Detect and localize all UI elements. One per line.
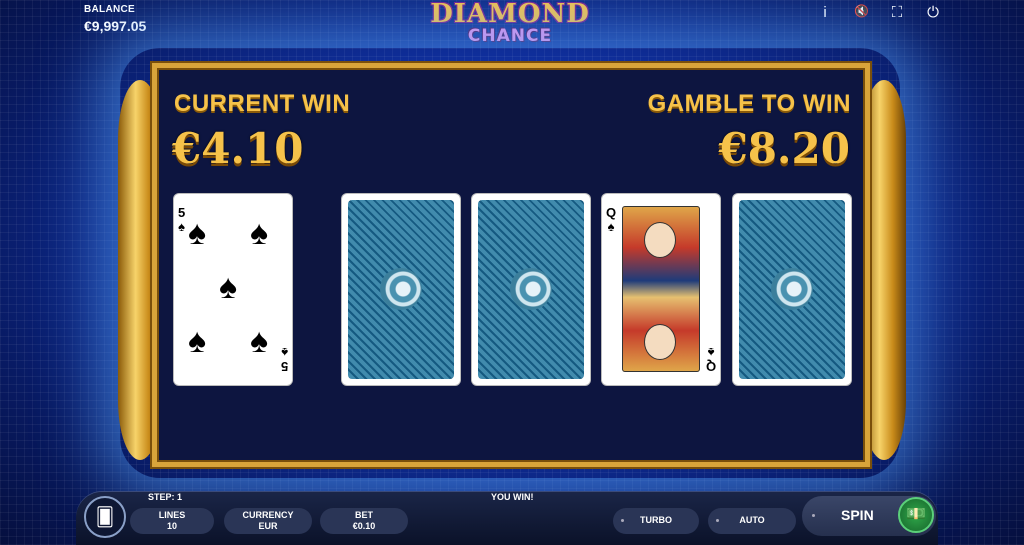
card-back-emblem-icon: [771, 268, 813, 310]
spin-label: SPIN: [841, 507, 874, 523]
toggle-dot-icon: [621, 519, 624, 522]
queen-of-spades-card: Q ♠ Q ♠: [602, 194, 720, 385]
fullscreen-icon[interactable]: ⛶: [890, 4, 904, 21]
auto-label: AUTO: [739, 515, 765, 525]
info-icon[interactable]: i: [818, 4, 832, 21]
power-icon[interactable]: ⏻: [926, 4, 940, 21]
turbo-label: TURBO: [640, 515, 672, 525]
currency-label: CURRENCY: [242, 510, 294, 520]
toggle-dot-icon: [716, 519, 719, 522]
face-down-card[interactable]: [472, 194, 590, 385]
dealer-card: 5 ♠ ♠ ♠ ♠ ♠ ♠ 5 ♠: [174, 194, 292, 385]
card-back-emblem-icon: [510, 268, 552, 310]
spade-pip: ♠: [250, 322, 269, 360]
bet-value: €0.10: [352, 521, 376, 531]
spin-button[interactable]: SPIN 💵: [802, 496, 936, 536]
card-corner-bottom: Q ♠: [705, 345, 716, 374]
card-corner-top: 5 ♠: [178, 205, 186, 234]
balance-label: BALANCE: [84, 4, 135, 15]
turbo-button[interactable]: TURBO: [613, 508, 699, 534]
game-logo: DIAMOND CHANCE: [410, 0, 610, 46]
bottom-control-bar: 🂠 STEP: 1 YOU WIN! LINES 10 CURRENCY EUR…: [76, 488, 938, 545]
face-down-card[interactable]: [733, 194, 851, 385]
mute-icon[interactable]: 🔇: [854, 4, 869, 21]
spade-pip: ♠: [188, 322, 207, 360]
card-corner-bottom: 5 ♠: [280, 345, 288, 374]
spade-pip: ♠: [250, 214, 269, 252]
current-win-label: CURRENT WIN: [174, 90, 351, 117]
gamble-to-win-value: €8.20: [718, 124, 850, 173]
bet-button[interactable]: BET €0.10: [320, 508, 408, 534]
top-icon-bar: i 🔇 ⛶ ⏻: [818, 4, 940, 21]
win-message: YOU WIN!: [491, 492, 534, 502]
bet-label: BET: [355, 510, 373, 520]
lines-value: 10: [166, 521, 177, 531]
logo-line1: DIAMOND: [430, 0, 590, 29]
currency-value: EUR: [258, 521, 278, 531]
logo-line2: CHANCE: [467, 26, 553, 46]
spade-pip: ♠: [219, 268, 238, 306]
face-down-card[interactable]: [342, 194, 460, 385]
lines-label: LINES: [158, 510, 186, 520]
card-corner-top: Q ♠: [606, 205, 617, 234]
card-back-emblem-icon: [380, 268, 422, 310]
queen-portrait-icon: [622, 206, 700, 372]
auto-button[interactable]: AUTO: [708, 508, 796, 534]
lines-button[interactable]: LINES 10: [130, 508, 214, 534]
gamble-cards-icon[interactable]: 🂠: [84, 496, 126, 538]
gamble-to-win-label: GAMBLE TO WIN: [647, 90, 851, 117]
queen-face-icon: [644, 324, 676, 360]
step-indicator: STEP: 1: [148, 492, 183, 502]
spade-pip: ♠: [188, 214, 207, 252]
currency-button[interactable]: CURRENCY EUR: [224, 508, 312, 534]
balance-value: €9,997.05: [84, 18, 147, 34]
current-win-value: €4.10: [172, 124, 304, 173]
toggle-dot-icon: [812, 514, 815, 517]
cash-collect-icon[interactable]: 💵: [898, 497, 934, 533]
balance-display: BALANCE €9,997.05: [84, 4, 146, 34]
queen-face-icon: [644, 222, 676, 258]
